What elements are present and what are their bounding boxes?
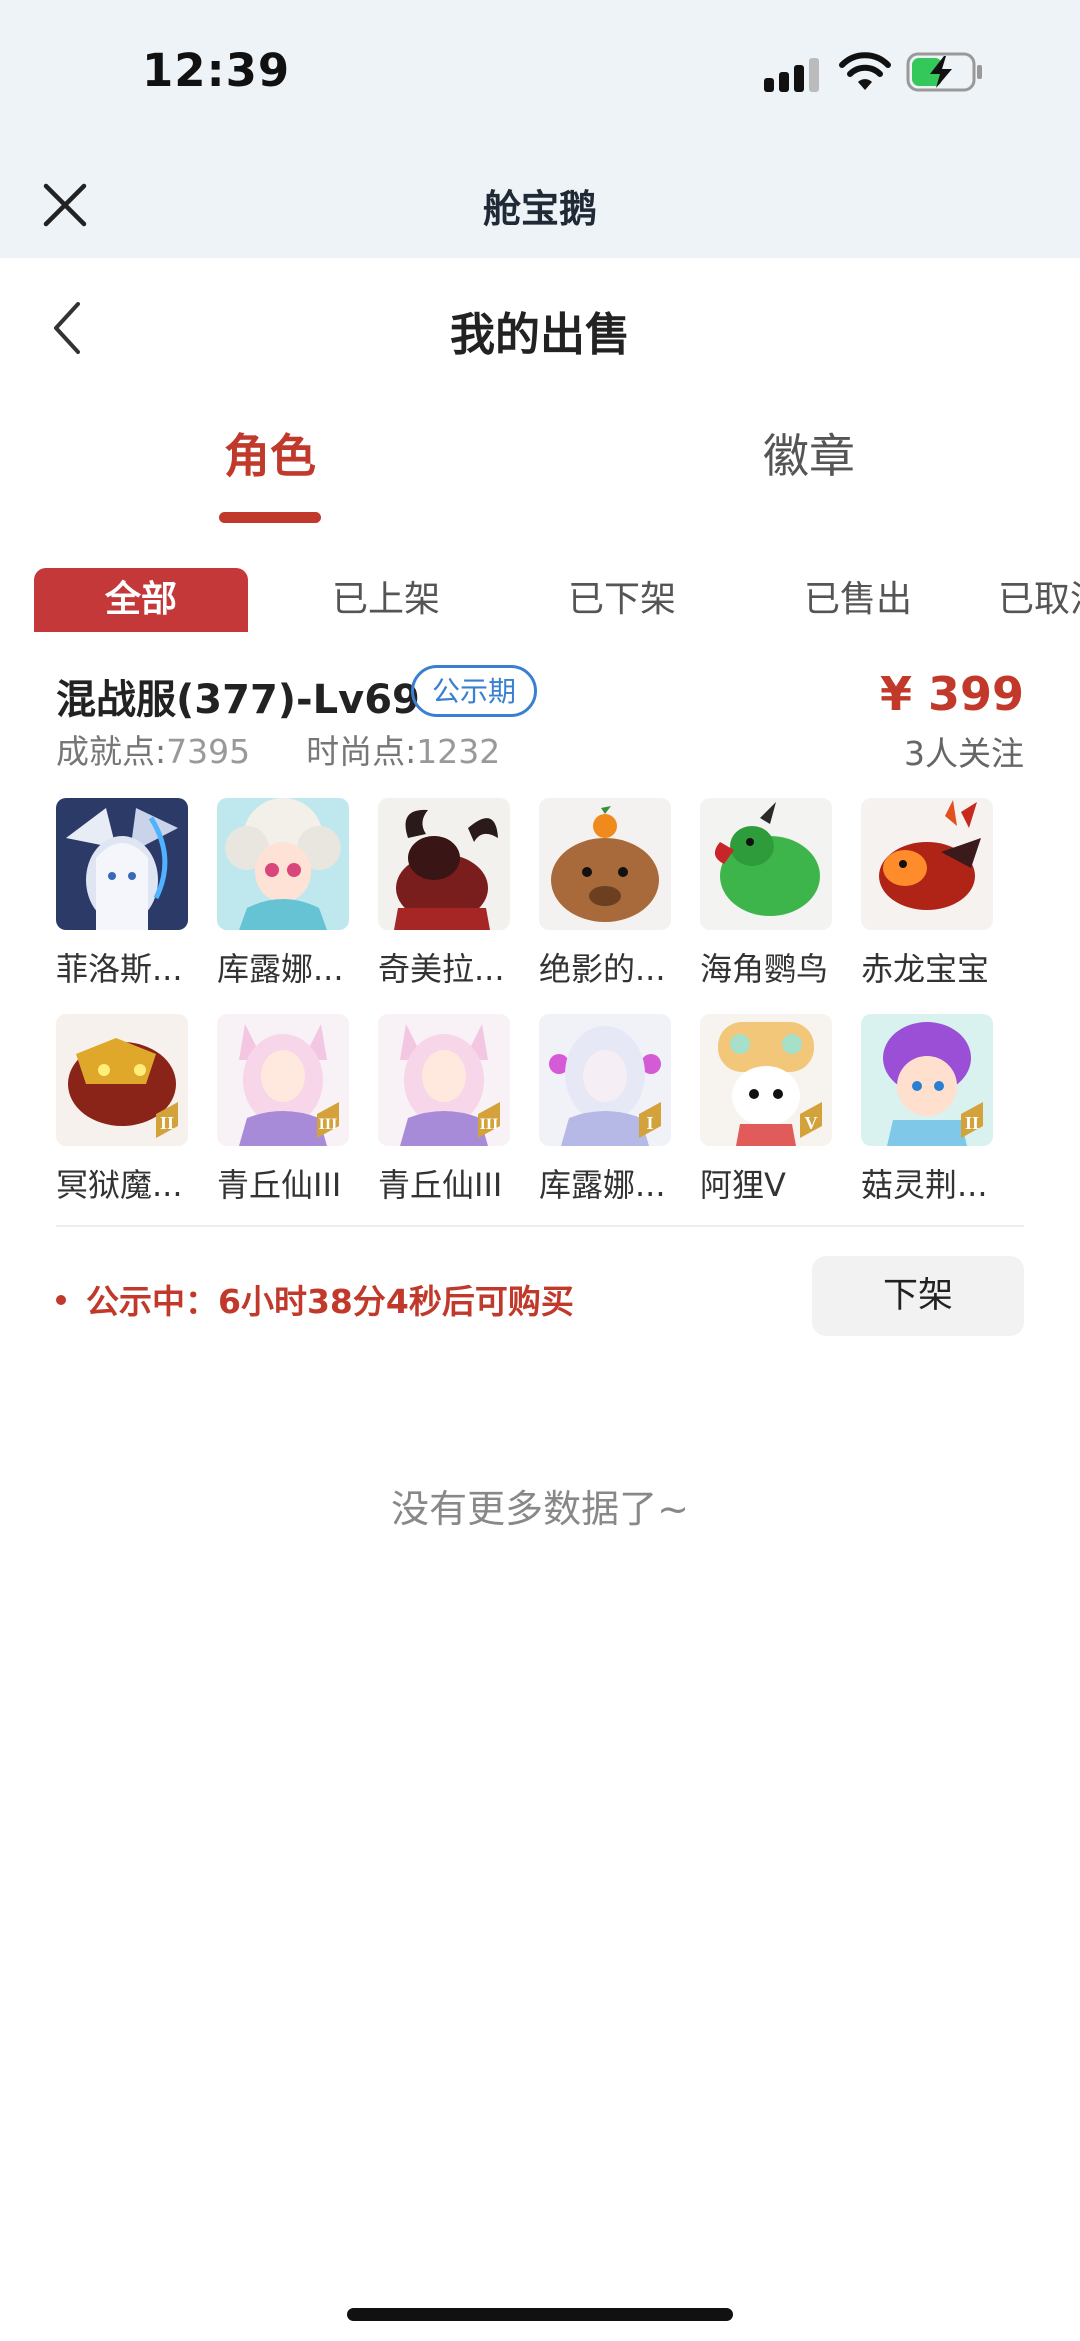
fox-fairy-icon: III — [378, 1014, 510, 1146]
item-label: 阿狸V — [700, 1166, 786, 1204]
page-title: 我的出售 — [449, 308, 630, 361]
bullet-dot-icon — [56, 1294, 66, 1305]
public-period-notice: 公示中：6小时38分4秒后可购买 — [56, 1275, 574, 1323]
fluffy-girl-icon — [217, 798, 349, 930]
delist-button[interactable]: 下架 — [812, 1256, 1024, 1336]
item-label: 菲洛斯... — [56, 950, 183, 988]
chimera-beast-icon — [378, 798, 510, 930]
listing-price: ¥ 399 — [879, 667, 1024, 721]
battery-charging-icon — [906, 52, 982, 92]
status-badge: 公示期 — [411, 665, 538, 717]
achievement-label: 成就点: — [56, 732, 167, 771]
clock: 12:39 — [142, 44, 291, 97]
green-parrot-icon — [700, 798, 832, 930]
filter-listed[interactable]: 已上架 — [286, 568, 486, 632]
item-label: 库露娜... — [217, 950, 344, 988]
item-label: 赤龙宝宝 — [861, 950, 990, 988]
listing-stats: 成就点:7395 时尚点:1232 — [56, 725, 500, 773]
red-baby-dragon-icon — [861, 798, 993, 930]
end-of-list-text: 没有更多数据了~ — [391, 1487, 689, 1531]
divider — [56, 1225, 1024, 1227]
svg-text:I: I — [646, 1113, 653, 1133]
capybara-icon — [539, 798, 671, 930]
webview-title: 舱宝鹅 — [482, 187, 597, 231]
item-label: 青丘仙III — [378, 1166, 503, 1204]
page-header: 我的出售 — [0, 258, 1080, 398]
home-indicator[interactable] — [347, 2308, 733, 2321]
svg-text:III: III — [319, 1116, 338, 1133]
category-tabs: 角色 徽章 — [0, 420, 1080, 530]
webview-header: 舱宝鹅 — [0, 160, 1080, 258]
filter-all[interactable]: 全部 — [34, 568, 248, 632]
item-label: 菇灵荆... — [861, 1166, 988, 1204]
server-level: 混战服(377)-Lv69 — [56, 677, 420, 723]
tab-badge[interactable]: 徽章 — [709, 420, 909, 486]
white-dragon-hero-icon — [56, 798, 188, 930]
status-filter-bar: 全部 已上架 已下架 已售出 已取消 — [34, 568, 1080, 632]
achievement-value: 7395 — [166, 732, 251, 771]
golden-dragon-icon: II — [56, 1014, 188, 1146]
fashion-value: 1232 — [416, 732, 501, 771]
tab-role[interactable]: 角色 — [170, 420, 370, 486]
svg-text:V: V — [805, 1113, 818, 1133]
bear-hat-icon: V — [700, 1014, 832, 1146]
svg-text:II: II — [965, 1113, 979, 1133]
silver-girl-icon: I — [539, 1014, 671, 1146]
wifi-icon — [839, 52, 891, 90]
item-label: 奇美拉... — [378, 950, 505, 988]
svg-text:II: II — [160, 1113, 174, 1133]
item-label: 库露娜... — [539, 1166, 666, 1204]
fox-fairy-icon: III — [217, 1014, 349, 1146]
purple-hair-icon: II — [861, 1014, 993, 1146]
item-label: 青丘仙III — [217, 1166, 342, 1204]
item-label: 海角鹦鸟 — [700, 950, 829, 988]
cellular-signal-icon — [764, 56, 822, 92]
fashion-label: 时尚点: — [306, 732, 417, 771]
filter-delisted[interactable]: 已下架 — [522, 568, 722, 632]
active-tab-indicator — [219, 512, 321, 523]
follower-count: 3人关注 — [904, 734, 1024, 773]
filter-cancelled[interactable]: 已取消 — [994, 568, 1080, 632]
svg-text:III: III — [480, 1116, 499, 1133]
filter-sold[interactable]: 已售出 — [758, 568, 958, 632]
item-label: 冥狱魔... — [56, 1166, 183, 1204]
item-label: 绝影的... — [539, 950, 666, 988]
notice-text: 公示中：6小时38分4秒后可购买 — [86, 1282, 574, 1321]
status-bar: 12:39 — [0, 0, 1080, 160]
